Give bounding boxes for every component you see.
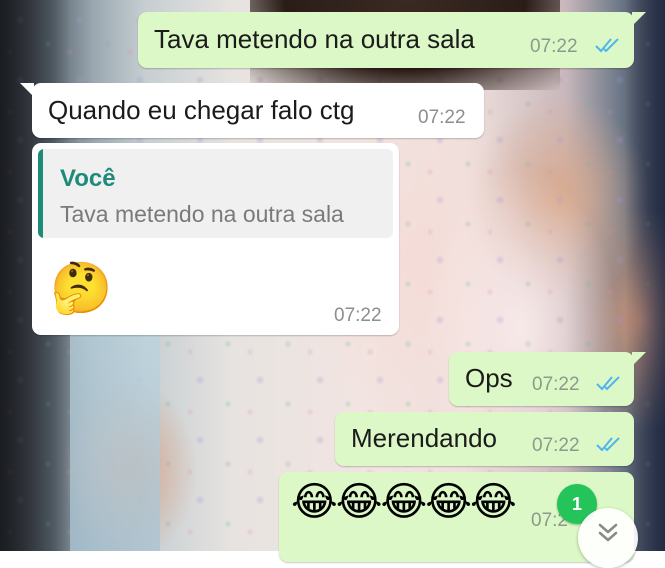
- message-time: 07:22: [532, 374, 580, 395]
- bubble-tail: [20, 83, 34, 97]
- read-ticks-icon: [595, 38, 619, 53]
- message-outgoing[interactable]: Merendando 07:22: [335, 412, 634, 466]
- message-outgoing[interactable]: Ops 07:22: [449, 352, 646, 406]
- thinking-face-emoji: 🤔: [50, 260, 113, 316]
- message-incoming[interactable]: Quando eu chegar falo ctg 07:22: [20, 83, 484, 138]
- quote-author: Você: [60, 165, 116, 192]
- read-ticks-icon: [596, 437, 620, 452]
- message-incoming-reply[interactable]: Você Tava metendo na outra sala 🤔 07:22: [32, 143, 399, 335]
- quote-text: Tava metendo na outra sala: [60, 201, 344, 227]
- message-text: Ops: [465, 363, 513, 393]
- message-time: 07:22: [334, 305, 382, 326]
- quote-accent-bar: [38, 149, 43, 238]
- quoted-message[interactable]: Você Tava metendo na outra sala: [38, 149, 393, 238]
- wallpaper-figure-area: [70, 300, 160, 551]
- double-chevron-down-icon: [598, 523, 618, 542]
- message-text: Merendando: [351, 423, 497, 453]
- message-outgoing[interactable]: Tava metendo na outra sala 07:22: [138, 12, 646, 68]
- message-text: Quando eu chegar falo ctg: [48, 95, 355, 125]
- tears-of-joy-emoji: 😂😂😂😂😂: [291, 480, 517, 524]
- bubble-tail: [632, 12, 646, 26]
- message-time: 07:22: [530, 36, 578, 57]
- wallpaper-shadow-right: [625, 0, 665, 551]
- scroll-to-bottom-button[interactable]: [578, 508, 638, 568]
- message-time: 07:22: [532, 435, 580, 456]
- message-text: Tava metendo na outra sala: [154, 24, 475, 54]
- message-time: 07:22: [418, 107, 466, 128]
- read-ticks-icon: [596, 376, 620, 391]
- bubble-tail: [632, 352, 646, 366]
